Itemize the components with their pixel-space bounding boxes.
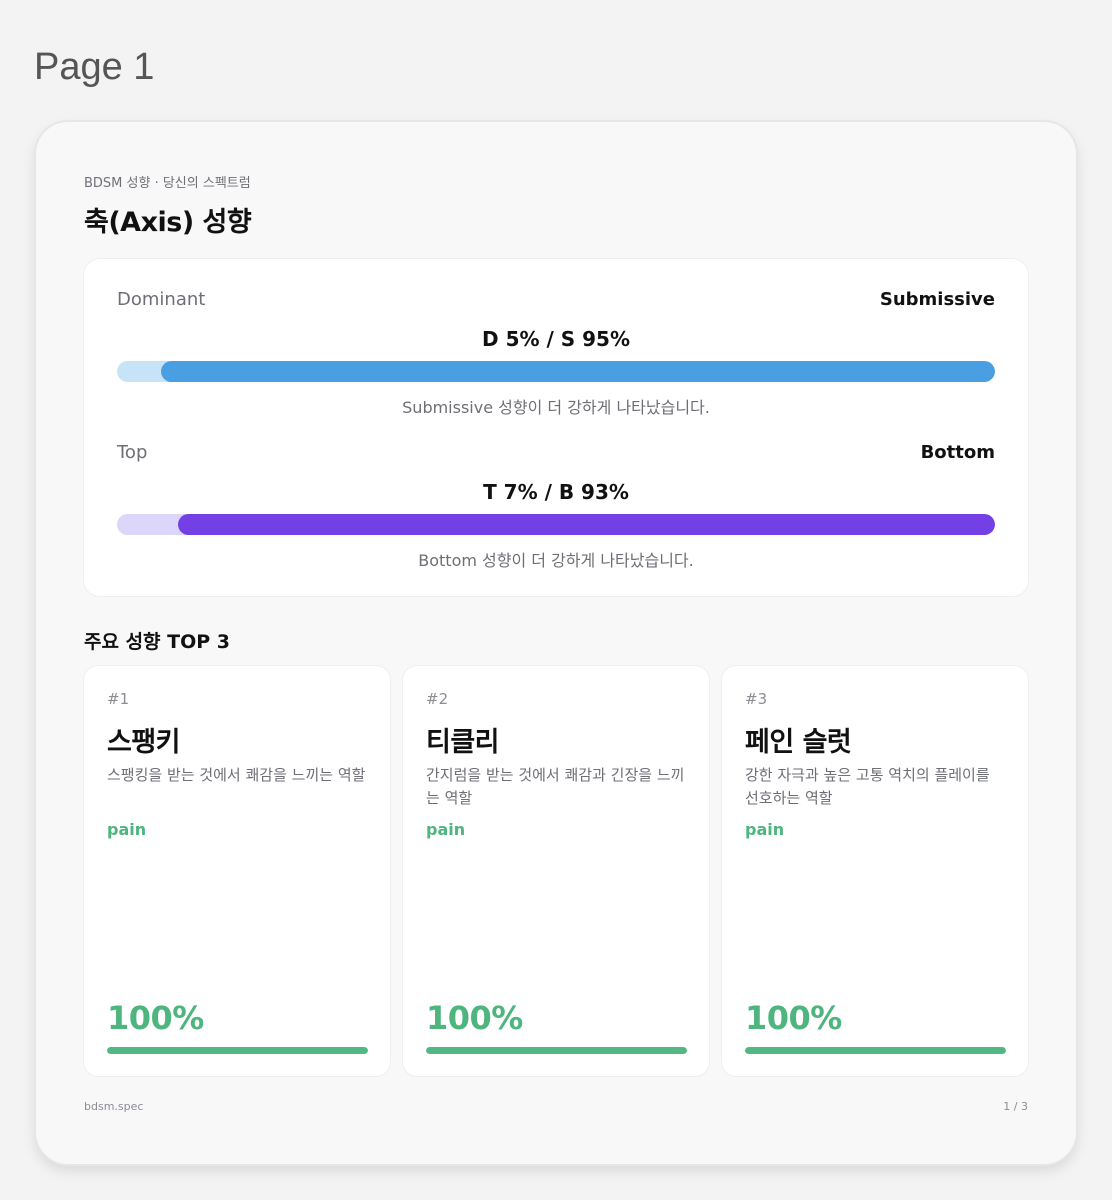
axis-row-top-bottom: Top Bottom T 7% / B 93% Bottom 성향이 더 강하게… (117, 442, 995, 582)
top3-cards: #1 스팽키 스팽킹을 받는 것에서 쾌감을 느끼는 역할 pain 100% … (84, 666, 1028, 1076)
trait-description: 스팽킹을 받는 것에서 쾌감을 느끼는 역할 (107, 766, 366, 784)
axis-note: Submissive 성향이 더 강하게 나타났습니다. (402, 398, 710, 417)
trait-description: 강한 자극과 높은 고통 역치의 플레이를 선호하는 역할 (745, 766, 990, 807)
trait-score-track (745, 1047, 1006, 1054)
axis-bar-fill (178, 514, 995, 535)
trait-tag: pain (426, 820, 466, 839)
footer-brand: bdsm.spec (84, 1100, 144, 1113)
trait-score-fill (426, 1047, 687, 1054)
trait-card[interactable]: #1 스팽키 스팽킹을 받는 것에서 쾌감을 느끼는 역할 pain 100% (84, 666, 390, 1076)
page-indicator: 1 / 3 (1003, 1100, 1028, 1113)
trait-score-track (107, 1047, 368, 1054)
trait-score-fill (107, 1047, 368, 1054)
trait-card[interactable]: #3 페인 슬럿 강한 자극과 높은 고통 역치의 플레이를 선호하는 역할 p… (722, 666, 1028, 1076)
axis-note: Bottom 성향이 더 강하게 나타났습니다. (418, 551, 694, 570)
trait-score: 100% (107, 999, 204, 1037)
axis-left-label: Dominant (117, 289, 206, 310)
trait-tag: pain (107, 820, 147, 839)
trait-score: 100% (745, 999, 842, 1037)
trait-score-track (426, 1047, 687, 1054)
axis-bar-track (117, 361, 995, 382)
axis-value: T 7% / B 93% (483, 480, 629, 504)
trait-name: 스팽키 (107, 727, 181, 758)
axis-bar-fill (160, 361, 995, 382)
trait-rank: #1 (107, 690, 130, 708)
axis-value: D 5% / S 95% (482, 327, 630, 351)
trait-rank: #3 (745, 690, 768, 708)
axis-card: Dominant Submissive D 5% / S 95% Submiss… (84, 259, 1028, 596)
page-title: 축(Axis) 성향 (84, 207, 252, 238)
trait-card[interactable]: #2 티클리 간지럼을 받는 것에서 쾌감과 긴장을 느끼는 역할 pain 1… (403, 666, 709, 1076)
axis-right-label: Bottom (920, 442, 995, 463)
eyebrow: BDSM 성향 · 당신의 스펙트럼 (84, 176, 251, 191)
axis-bar-track (117, 514, 995, 535)
top3-title: 주요 성향 TOP 3 (84, 631, 231, 653)
trait-description: 간지럼을 받는 것에서 쾌감과 긴장을 느끼는 역할 (426, 766, 685, 807)
axis-left-label: Top (117, 442, 148, 463)
trait-tag: pain (745, 820, 785, 839)
report-sheet: BDSM 성향 · 당신의 스펙트럼 축(Axis) 성향 Dominant S… (36, 122, 1076, 1164)
axis-right-label: Submissive (879, 289, 995, 310)
trait-name: 티클리 (426, 727, 500, 758)
trait-score-fill (745, 1047, 1006, 1054)
page-label: Page 1 (34, 46, 155, 88)
trait-score: 100% (426, 999, 523, 1037)
trait-rank: #2 (426, 690, 449, 708)
axis-row-dominant-submissive: Dominant Submissive D 5% / S 95% Submiss… (117, 289, 995, 429)
trait-name: 페인 슬럿 (745, 727, 852, 758)
